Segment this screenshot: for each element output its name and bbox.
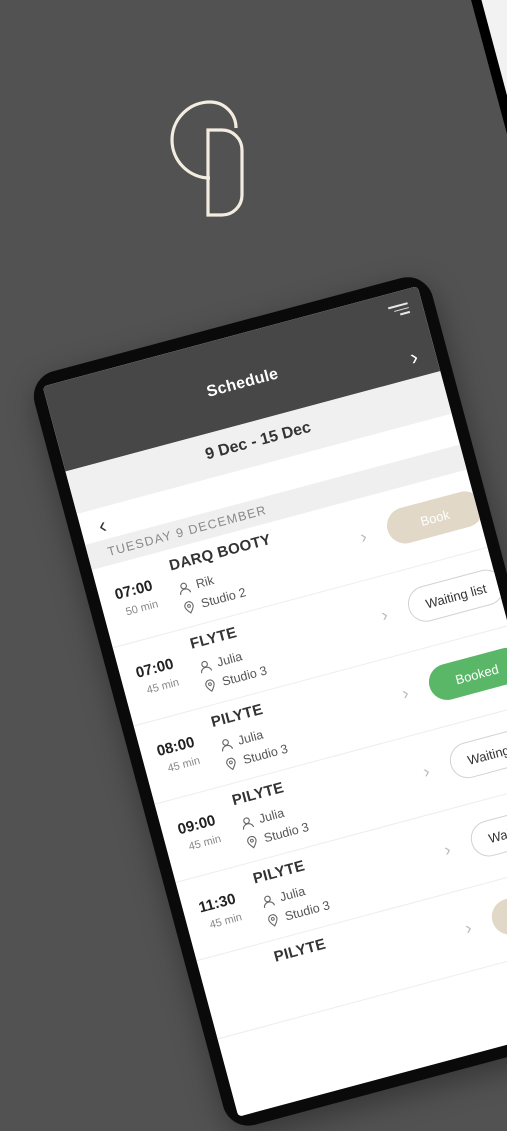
chevron-right-icon[interactable]: › [463, 917, 474, 939]
room-name: Studio 3 [262, 819, 311, 846]
booked-button[interactable]: Booked [424, 643, 507, 704]
session-trainer: Rik [176, 573, 215, 596]
session-name: PILYTE [209, 700, 265, 731]
waiting-list-button[interactable]: Waiting list [445, 722, 507, 783]
waiting-list-button[interactable]: Waiting list [466, 800, 507, 861]
waiting-list-button[interactable]: Waiting list [403, 565, 507, 626]
session-name: PILYTE [251, 857, 307, 888]
session-list: 07:00 50 min DARQ BOOTY Rik Studio 2 › Book 07:… [91, 469, 507, 1040]
room-name: Studio 3 [220, 663, 269, 689]
room-name: Studio 3 [283, 898, 332, 924]
book-button[interactable]: Book [382, 487, 487, 548]
session-duration: 45 min [208, 911, 244, 932]
trainer-name: Rik [194, 573, 216, 592]
session-name: PILYTE [230, 779, 286, 810]
chevron-right-icon[interactable]: › [400, 683, 411, 705]
trainer-name: Julia [278, 884, 307, 905]
chevron-right-icon[interactable]: › [421, 761, 432, 783]
phone-frame: Schedule › 9 Dec - 15 Dec ‹ TUESDAY 9 DE… [28, 271, 507, 1131]
chevron-right-icon[interactable]: › [379, 604, 390, 626]
session-duration: 45 min [145, 676, 181, 697]
session-duration: 50 min [124, 598, 160, 619]
secondary-phone-frame [455, 0, 507, 308]
session-duration: 45 min [166, 754, 202, 775]
app-screen: Schedule › 9 Dec - 15 Dec ‹ TUESDAY 9 DE… [42, 286, 507, 1117]
book-button[interactable]: Book [487, 878, 507, 939]
session-name: PILYTE [272, 935, 328, 966]
chevron-right-icon[interactable]: › [358, 526, 369, 548]
trainer-name: Julia [257, 805, 286, 826]
trainer-name: Julia [215, 649, 244, 670]
session-name: FLYTE [188, 623, 239, 653]
brand-logo [170, 100, 244, 217]
chevron-right-icon[interactable]: › [442, 839, 453, 861]
filter-icon[interactable] [385, 299, 411, 322]
room-name: Studio 2 [199, 585, 248, 611]
trainer-name: Julia [236, 727, 265, 748]
session-duration: 45 min [187, 832, 223, 854]
room-name: Studio 3 [241, 741, 290, 768]
